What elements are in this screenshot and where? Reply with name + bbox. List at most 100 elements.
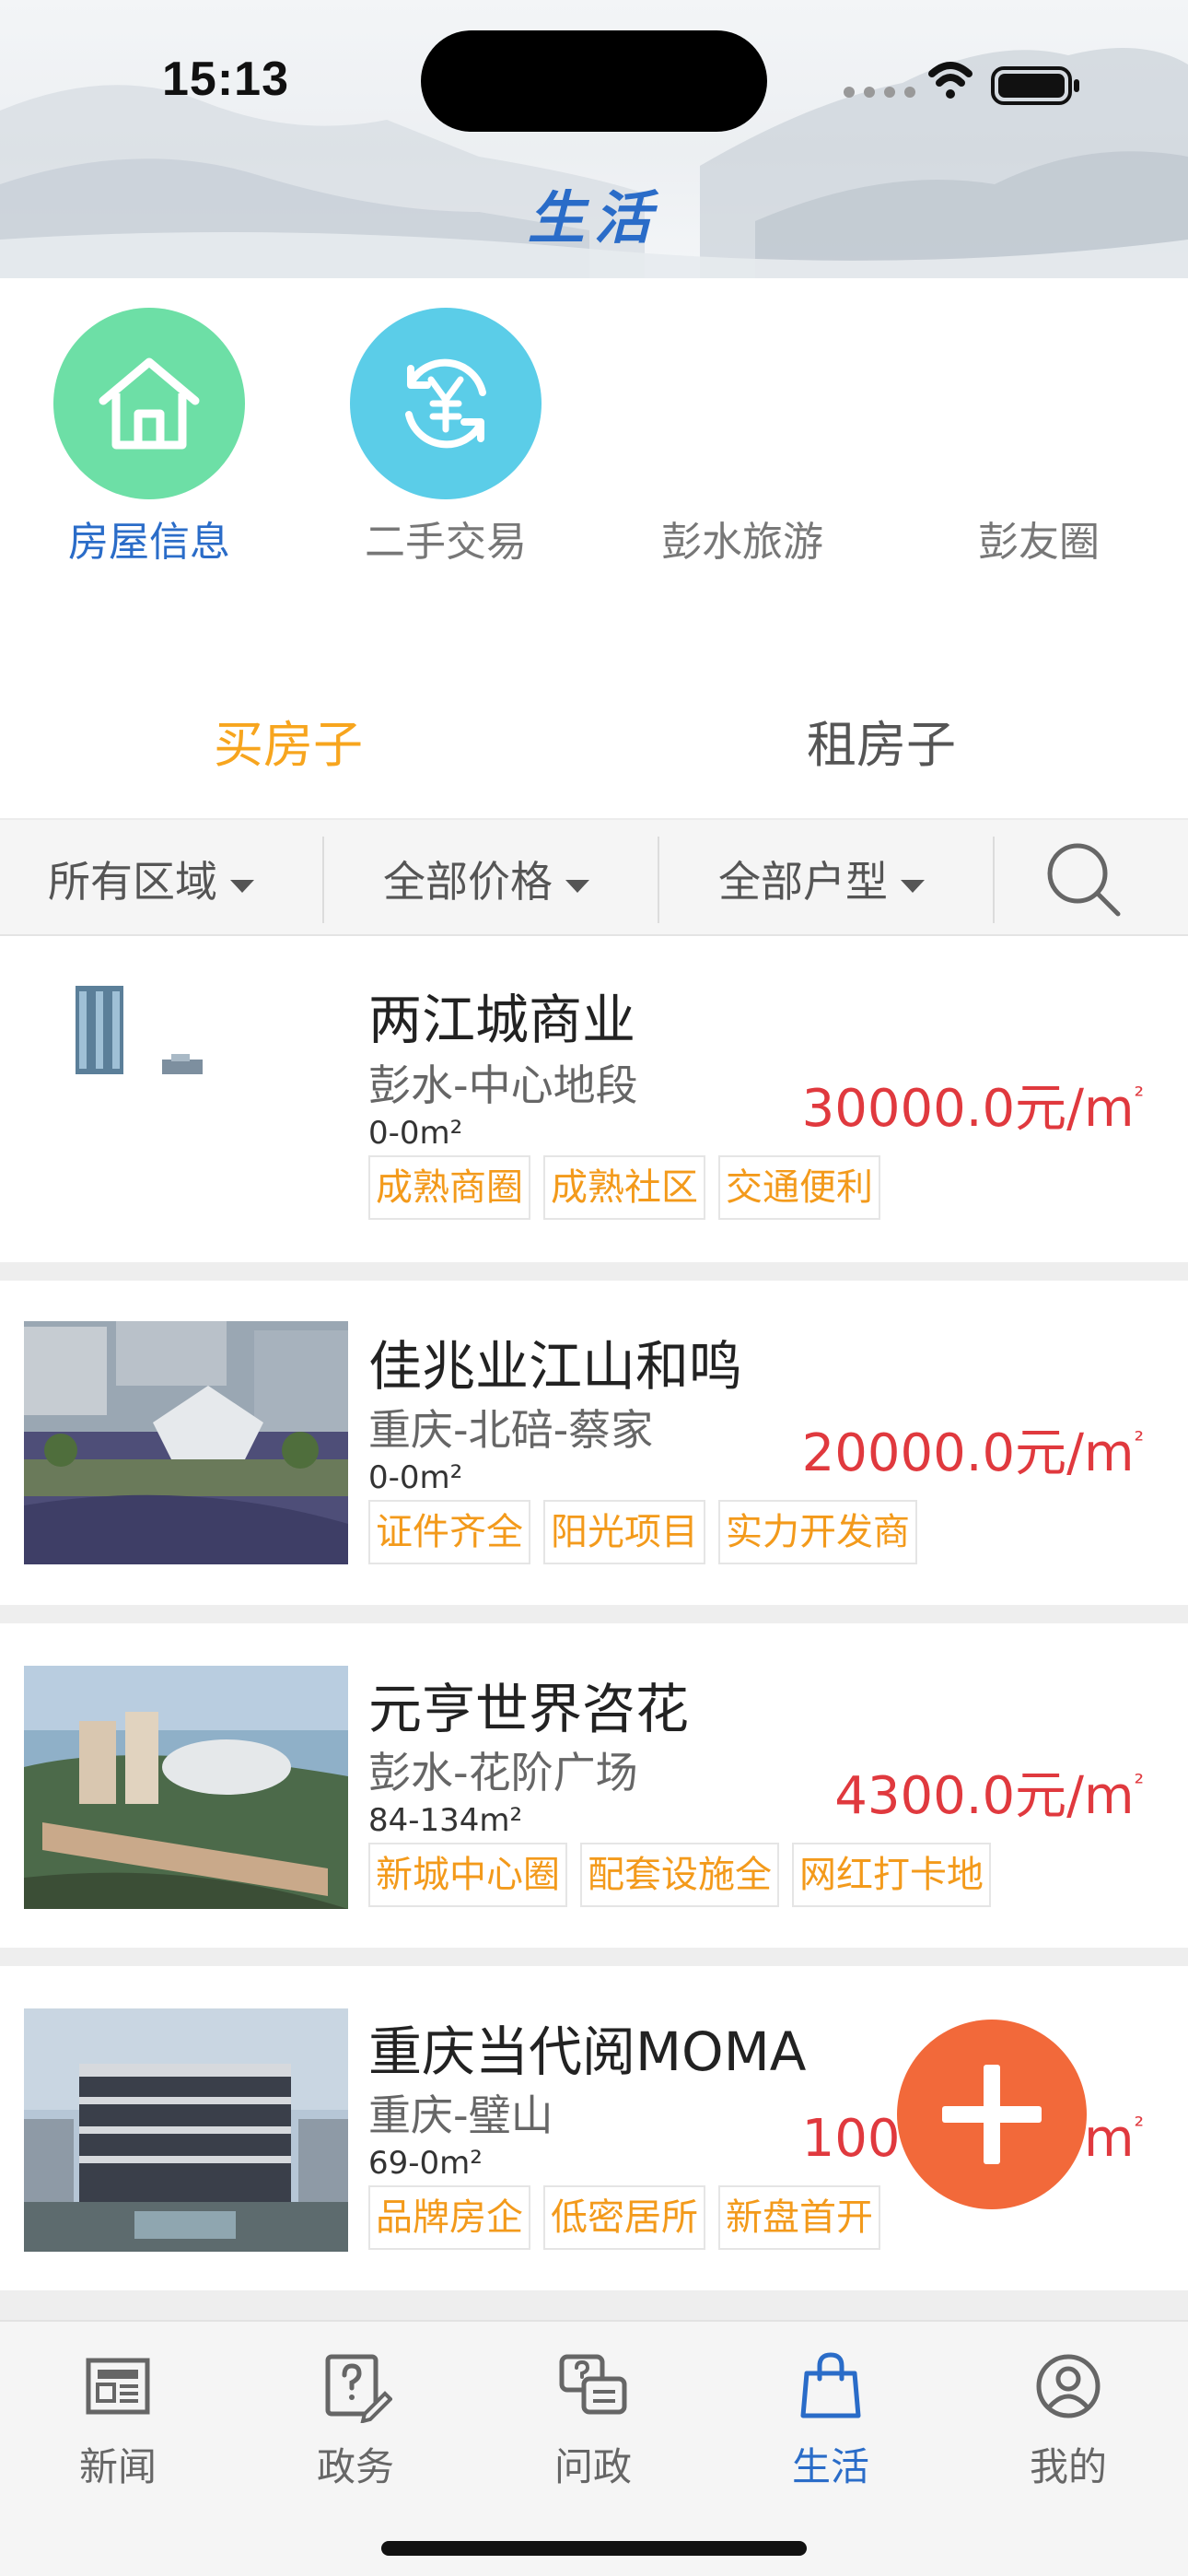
price-unit-superscript: ² [1134, 1083, 1144, 1110]
tab-buy-house[interactable]: 买房子 [214, 704, 363, 777]
layout-filter[interactable]: 全部户型 [718, 820, 925, 938]
listing-image [24, 2008, 348, 2252]
nav-government[interactable]: 政务 [263, 2349, 448, 2492]
nav-label: 新闻 [78, 2444, 157, 2489]
battery-icon [991, 66, 1079, 105]
listing-tags: 证件齐全 阳光项目 实力开发商 [368, 1500, 930, 1564]
listing-tag: 新城中心圈 [368, 1843, 567, 1907]
caret-down-icon [901, 880, 925, 893]
listing-tag: 新盘首开 [718, 2185, 880, 2250]
listing-location: 重庆-北碚-蔡家 [368, 1405, 654, 1455]
listing-tags: 成熟商圈 成熟社区 交通便利 [368, 1155, 893, 1220]
caret-down-icon [230, 880, 254, 893]
listing-tag: 网红打卡地 [792, 1843, 991, 1907]
divider [322, 837, 324, 923]
listing-tag: 交通便利 [718, 1155, 880, 1220]
user-profile-icon [1036, 2354, 1101, 2418]
house-icon [53, 308, 245, 499]
question-edit-icon [325, 2354, 393, 2424]
nav-news[interactable]: 新闻 [26, 2349, 210, 2492]
layout-filter-label: 全部户型 [718, 857, 888, 907]
listing-tag: 品牌房企 [368, 2185, 530, 2250]
listing-location: 彭水-中心地段 [368, 1060, 638, 1110]
nav-profile[interactable]: 我的 [976, 2349, 1160, 2492]
listing-tags: 品牌房企 低密居所 新盘首开 [368, 2185, 893, 2250]
listing-image [24, 971, 348, 1214]
listing-tag: 证件齐全 [368, 1500, 530, 1564]
category-label: 彭水旅游 [661, 519, 823, 566]
listing-price: 30000.0元/m² [802, 1067, 1144, 1142]
listing-title: 重庆当代阅MOMA [368, 2020, 807, 2083]
listing-area: 0-0m² [368, 1459, 463, 1496]
listing-tag: 成熟商圈 [368, 1155, 530, 1220]
listing-location: 重庆-璧山 [368, 2090, 553, 2140]
category-friends-circle[interactable]: 彭友圈 [928, 308, 1149, 566]
nav-life[interactable]: 生活 [739, 2349, 923, 2492]
listing-tag: 低密居所 [543, 2185, 705, 2250]
listing-price-value: 4300.0元/m [834, 1766, 1135, 1826]
shopping-bag-icon [800, 2352, 861, 2418]
price-filter-label: 全部价格 [383, 857, 553, 907]
category-tourism[interactable]: 彭水旅游 [632, 308, 853, 566]
add-button[interactable] [897, 2020, 1087, 2209]
divider [993, 837, 995, 923]
listing-image [24, 1666, 348, 1909]
listing-item[interactable]: 两江城商业 彭水-中心地段 0-0m² 30000.0元/m² 成熟商圈 成熟社… [0, 938, 1188, 1262]
search-icon[interactable] [1044, 840, 1122, 918]
listing-tags: 新城中心圈 配套设施全 网红打卡地 [368, 1843, 1004, 1907]
listing-area: 0-0m² [368, 1115, 463, 1152]
listing-price: 20000.0元/m² [802, 1411, 1144, 1486]
listing-image [24, 1321, 348, 1564]
listing-area: 69-0m² [368, 2145, 483, 2182]
caret-down-icon [565, 880, 589, 893]
listing-price-value: 20000.0元/m [801, 1423, 1135, 1483]
bottom-nav: 新闻 政务 问政 生活 我的 [0, 2320, 1188, 2576]
home-indicator [381, 2541, 807, 2556]
separator [0, 2290, 1188, 2320]
chat-question-icon [559, 2354, 627, 2415]
separator [0, 1605, 1188, 1623]
nav-inquiry[interactable]: 问政 [501, 2349, 685, 2492]
status-time: 15:13 [162, 53, 289, 106]
listing-title: 元亨世界咨花 [368, 1678, 690, 1740]
divider [658, 837, 659, 923]
nav-label: 我的 [1029, 2444, 1107, 2489]
region-filter[interactable]: 所有区域 [48, 820, 254, 938]
separator [0, 1262, 1188, 1281]
listing-price: 4300.0元/m² [834, 1754, 1144, 1829]
listing-title: 两江城商业 [368, 989, 636, 1051]
listing-tag: 成熟社区 [543, 1155, 705, 1220]
price-unit-superscript: ² [1134, 2113, 1144, 2140]
separator [0, 1948, 1188, 1966]
listing-tag: 阳光项目 [543, 1500, 705, 1564]
listing-item[interactable]: 元亨世界咨花 彭水-花阶广场 84-134m² 4300.0元/m² 新城中心圈… [0, 1623, 1188, 1948]
listing-tag: 实力开发商 [718, 1500, 917, 1564]
dynamic-island [421, 30, 767, 132]
nav-label: 生活 [791, 2444, 869, 2489]
price-unit-superscript: ² [1134, 1770, 1144, 1797]
listing-title: 佳兆业江山和鸣 [368, 1335, 743, 1398]
category-label: 二手交易 [365, 519, 527, 566]
listing-price-value: 30000.0元/m [801, 1079, 1135, 1139]
listing-location: 彭水-花阶广场 [368, 1748, 638, 1797]
header: 15:13 生活 [0, 0, 1188, 278]
newspaper-icon [86, 2358, 150, 2415]
signal-icon [844, 87, 915, 98]
listing-item[interactable]: 佳兆业江山和鸣 重庆-北碚-蔡家 0-0m² 20000.0元/m² 证件齐全 … [0, 1281, 1188, 1605]
nav-label: 问政 [553, 2444, 632, 2489]
wifi-icon [928, 62, 973, 99]
status-icons [838, 53, 1087, 112]
region-filter-label: 所有区域 [48, 857, 217, 907]
nav-label: 政务 [316, 2444, 394, 2489]
category-label: 彭友圈 [978, 519, 1100, 566]
category-label: 房屋信息 [68, 519, 230, 566]
filter-bar: 所有区域 全部价格 全部户型 [0, 818, 1188, 936]
tab-rent-house[interactable]: 租房子 [807, 704, 956, 777]
listing-tag: 配套设施全 [580, 1843, 779, 1907]
price-filter[interactable]: 全部价格 [383, 820, 589, 938]
page-title: 生活 [527, 184, 660, 252]
category-house-info[interactable]: 房屋信息 [39, 308, 260, 566]
price-unit-superscript: ² [1134, 1427, 1144, 1455]
listing-area: 84-134m² [368, 1802, 523, 1839]
category-second-hand[interactable]: 二手交易 [335, 308, 556, 566]
